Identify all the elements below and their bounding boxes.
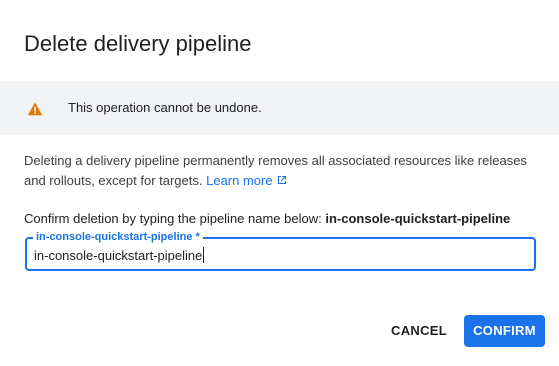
pipeline-name-field[interactable]: in-console-quickstart-pipeline * — [25, 230, 536, 271]
delete-pipeline-dialog: Delete delivery pipeline This operation … — [0, 0, 559, 366]
confirm-prompt: Confirm deletion by typing the pipeline … — [24, 211, 510, 227]
learn-more-link[interactable]: Learn more — [206, 173, 287, 188]
confirm-prompt-text: Confirm deletion by typing the pipeline … — [24, 211, 322, 226]
pipeline-name: in-console-quickstart-pipeline — [325, 211, 511, 226]
external-link-icon — [277, 176, 286, 184]
confirm-button[interactable]: CONFIRM — [464, 315, 545, 347]
dialog-description: Deleting a delivery pipeline permanently… — [24, 151, 534, 191]
pipeline-name-input[interactable] — [34, 246, 524, 264]
dialog-title: Delete delivery pipeline — [24, 31, 252, 56]
warning-icon — [27, 102, 43, 116]
warning-banner: This operation cannot be undone. — [0, 81, 559, 135]
pipeline-name-field-label: in-console-quickstart-pipeline * — [33, 230, 203, 244]
warning-text: This operation cannot be undone. — [68, 100, 262, 115]
cancel-button[interactable]: CANCEL — [383, 315, 455, 347]
learn-more-label: Learn more — [206, 173, 273, 188]
text-cursor — [203, 247, 204, 263]
